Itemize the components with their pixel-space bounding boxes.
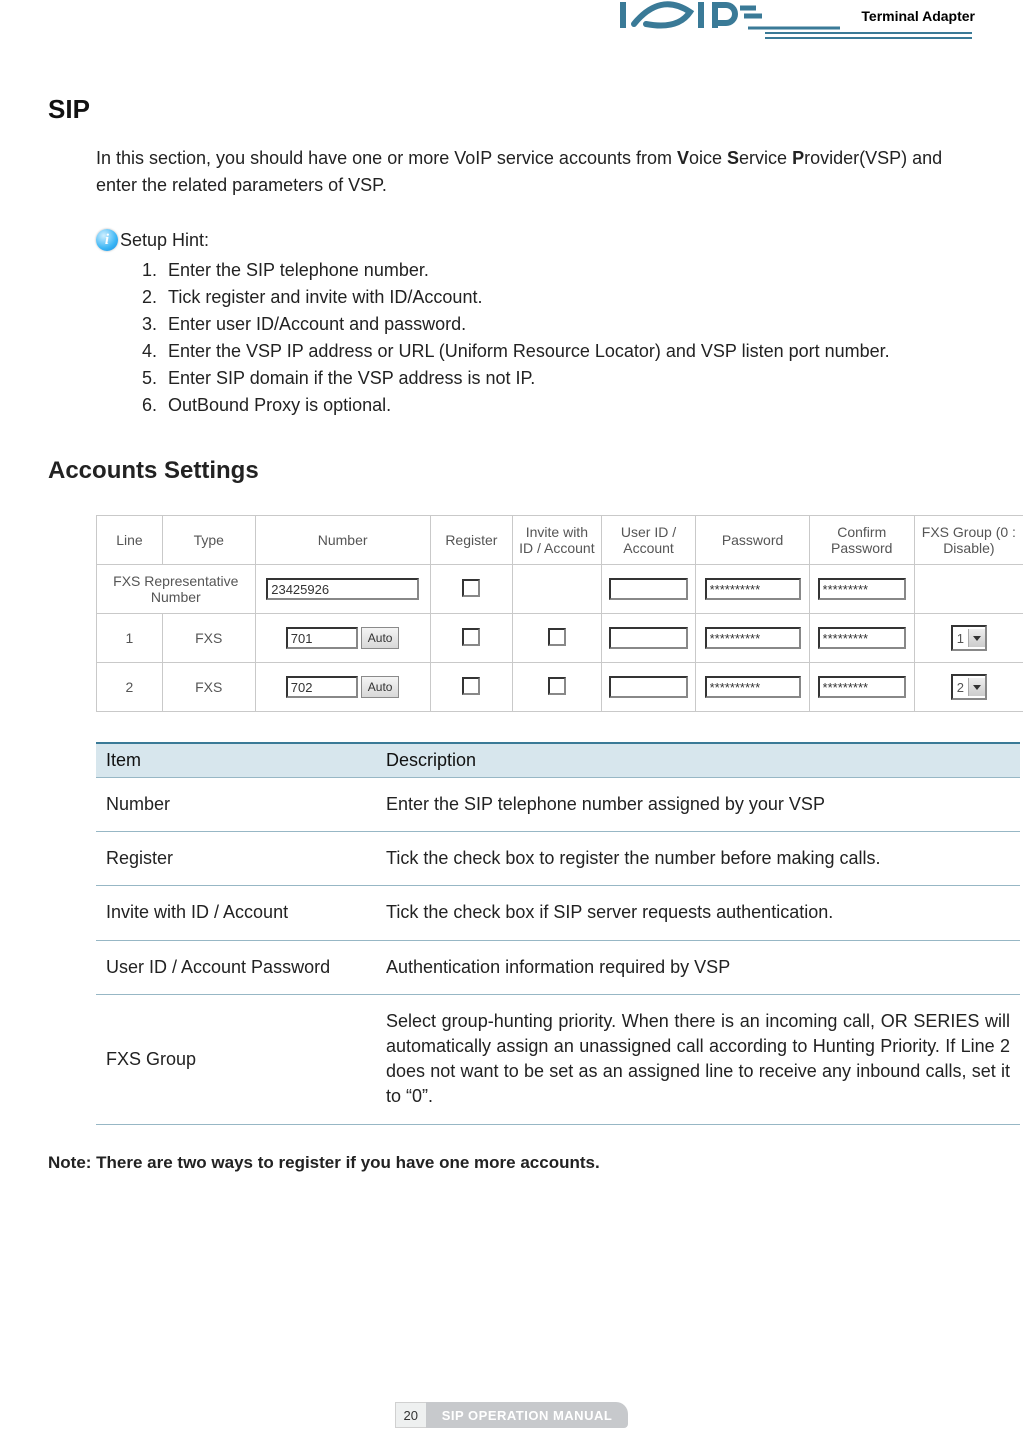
chevron-down-icon — [968, 678, 985, 696]
table-header-row: Line Type Number Register Invite with ID… — [97, 516, 1023, 565]
line2-password-field[interactable] — [705, 676, 801, 698]
col-password: Password — [696, 516, 809, 565]
desc-row: Number Enter the SIP telephone number as… — [96, 778, 1020, 832]
select-value: 2 — [957, 680, 964, 695]
hint-step: Enter the SIP telephone number. — [162, 257, 975, 284]
col-type: Type — [162, 516, 255, 565]
desc-row: Register Tick the check box to register … — [96, 832, 1020, 886]
description-table: Item Description Number Enter the SIP te… — [96, 742, 1020, 1125]
rep-register-checkbox[interactable] — [462, 579, 480, 597]
page-number: 20 — [395, 1402, 426, 1428]
rep-invite-cell — [513, 565, 602, 614]
rep-confirm-field[interactable] — [818, 578, 906, 600]
rep-userid-field[interactable] — [609, 578, 688, 600]
col-line: Line — [97, 516, 163, 565]
desc-item: User ID / Account Password — [96, 940, 376, 994]
line1-password-field[interactable] — [705, 627, 801, 649]
hint-label: Setup Hint: — [120, 230, 209, 251]
line1-confirm-field[interactable] — [818, 627, 906, 649]
header-bar: Terminal Adapter — [48, 0, 975, 64]
hint-step: Enter the VSP IP address or URL (Uniform… — [162, 338, 975, 365]
line1-register-checkbox[interactable] — [462, 628, 480, 646]
desc-row: Invite with ID / Account Tick the check … — [96, 886, 1020, 940]
page: Terminal Adapter SIP In this section, yo… — [0, 0, 1023, 1448]
line1-invite-checkbox[interactable] — [548, 628, 566, 646]
rep-fxs-cell — [914, 565, 1023, 614]
hint-step: Enter user ID/Account and password. — [162, 311, 975, 338]
footer: 20 SIP OPERATION MANUAL — [0, 1402, 1023, 1428]
col-invite: Invite with ID / Account — [513, 516, 602, 565]
footer-band: 20 SIP OPERATION MANUAL — [395, 1402, 629, 1428]
line2-auto-button[interactable]: Auto — [361, 676, 400, 698]
line2-fxs-select[interactable]: 2 — [951, 674, 987, 700]
hint-step: Tick register and invite with ID/Account… — [162, 284, 975, 311]
col-fxsgroup: FXS Group (0 : Disable) — [914, 516, 1023, 565]
desc-head-item: Item — [96, 743, 376, 778]
rep-label: FXS Representative Number — [97, 565, 256, 614]
line2-userid-field[interactable] — [609, 676, 688, 698]
cell-type: FXS — [162, 663, 255, 712]
desc-header-row: Item Description — [96, 743, 1020, 778]
desc-item: Register — [96, 832, 376, 886]
intro-text: oice — [689, 148, 727, 168]
line2-number-field[interactable] — [286, 676, 358, 698]
line1-auto-button[interactable]: Auto — [361, 627, 400, 649]
hint-steps: Enter the SIP telephone number. Tick reg… — [138, 257, 975, 419]
col-number: Number — [255, 516, 430, 565]
desc-item: FXS Group — [96, 994, 376, 1124]
cell-line: 1 — [97, 614, 163, 663]
select-value: 1 — [957, 631, 964, 646]
desc-head-desc: Description — [376, 743, 1020, 778]
intro-text: ervice — [739, 148, 792, 168]
desc-text: Tick the check box to register the numbe… — [376, 832, 1020, 886]
rep-number-field[interactable] — [266, 578, 419, 600]
cell-type: FXS — [162, 614, 255, 663]
note-text: Note: There are two ways to register if … — [48, 1153, 975, 1173]
accounts-heading: Accounts Settings — [48, 457, 975, 485]
product-label: Terminal Adapter — [861, 8, 975, 24]
hint-header: i Setup Hint: — [96, 229, 975, 251]
rep-password-field[interactable] — [705, 578, 801, 600]
line1-fxs-select[interactable]: 1 — [951, 625, 987, 651]
line2-confirm-field[interactable] — [818, 676, 906, 698]
info-icon: i — [96, 229, 118, 251]
accounts-table-wrap: Line Type Number Register Invite with ID… — [96, 515, 975, 712]
hint-step: Enter SIP domain if the VSP address is n… — [162, 365, 975, 392]
desc-text: Select group-hunting priority. When ther… — [376, 994, 1020, 1124]
intro-bold-p: P — [792, 148, 804, 168]
desc-row: FXS Group Select group-hunting priority.… — [96, 994, 1020, 1124]
intro-bold-v: V — [677, 148, 689, 168]
table-row: 2 FXS Auto 2 — [97, 663, 1023, 712]
line1-number-field[interactable] — [286, 627, 358, 649]
desc-row: User ID / Account Password Authenticatio… — [96, 940, 1020, 994]
desc-text: Authentication information required by V… — [376, 940, 1020, 994]
cell-line: 2 — [97, 663, 163, 712]
line2-invite-checkbox[interactable] — [548, 677, 566, 695]
line1-userid-field[interactable] — [609, 627, 688, 649]
desc-item: Invite with ID / Account — [96, 886, 376, 940]
col-confirm: Confirm Password — [809, 516, 914, 565]
hint-block: i Setup Hint: Enter the SIP telephone nu… — [96, 229, 975, 419]
footer-title: SIP OPERATION MANUAL — [426, 1402, 629, 1428]
intro-bold-s: S — [727, 148, 739, 168]
intro-paragraph: In this section, you should have one or … — [96, 145, 955, 199]
desc-text: Enter the SIP telephone number assigned … — [376, 778, 1020, 832]
intro-text: In this section, you should have one or … — [96, 148, 677, 168]
desc-item: Number — [96, 778, 376, 832]
hint-step: OutBound Proxy is optional. — [162, 392, 975, 419]
desc-text: Tick the check box if SIP server request… — [376, 886, 1020, 940]
col-userid: User ID / Account — [601, 516, 696, 565]
table-row: 1 FXS Auto 1 — [97, 614, 1023, 663]
section-title: SIP — [48, 94, 975, 125]
table-row-representative: FXS Representative Number — [97, 565, 1023, 614]
chevron-down-icon — [968, 629, 985, 647]
col-register: Register — [430, 516, 512, 565]
accounts-table: Line Type Number Register Invite with ID… — [96, 515, 1023, 712]
line2-register-checkbox[interactable] — [462, 677, 480, 695]
